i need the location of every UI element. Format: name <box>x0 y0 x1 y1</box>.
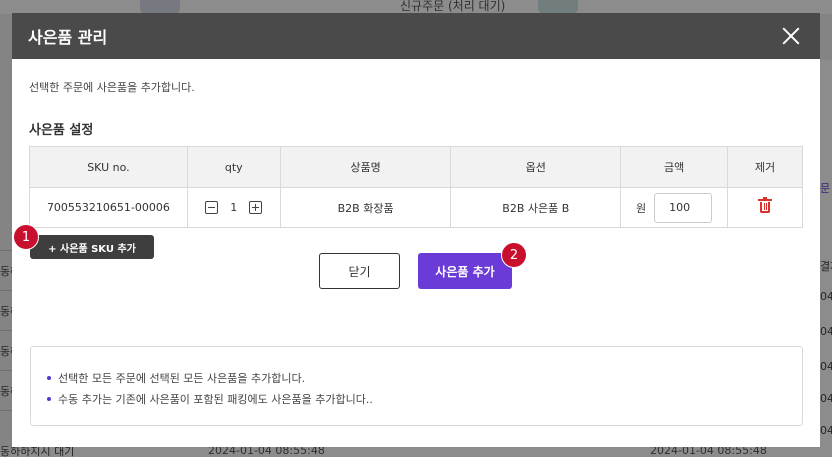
remove-cell <box>727 187 803 228</box>
notice-item: 수동 추가는 기존에 사은품이 포함된 패킹에도 사은품을 추가합니다.. <box>47 388 786 409</box>
trash-icon[interactable] <box>758 197 773 213</box>
option-cell: B2B 사은품 B <box>450 187 622 228</box>
add-gift-sku-button[interactable]: + 사은품 SKU 추가 <box>30 235 154 259</box>
product-name-cell: B2B 화장품 <box>279 187 452 228</box>
annotation-marker: 2 <box>501 242 527 268</box>
add-gift-button[interactable]: 사은품 추가 <box>418 253 512 289</box>
column-header-sku: SKU no. <box>29 146 188 188</box>
bullet-icon <box>47 375 51 380</box>
column-header-price: 금액 <box>620 146 729 188</box>
quantity-stepper: 1 <box>188 201 280 214</box>
gift-management-modal: 사은품 관리 선택한 주문에 사은품을 추가합니다. 사은품 설정 SKU no… <box>12 13 820 447</box>
minus-icon[interactable] <box>205 201 219 214</box>
price-cell: 원 <box>620 187 729 228</box>
column-header-product-name: 상품명 <box>279 146 452 188</box>
price-wrap: 원 <box>621 192 727 223</box>
column-header-qty: qty <box>186 146 281 188</box>
qty-value: 1 <box>230 201 238 214</box>
notice-text: 수동 추가는 기존에 사은품이 포함된 패킹에도 사은품을 추가합니다.. <box>58 392 373 406</box>
price-input[interactable] <box>654 192 713 223</box>
close-button[interactable]: 닫기 <box>319 253 400 289</box>
modal-description: 선택한 주문에 사은품을 추가합니다. <box>29 81 195 94</box>
plus-icon[interactable] <box>249 201 263 214</box>
table-row: 700553210651-00006 1 B2B 화장품 B2B 사은품 B 원 <box>29 187 803 228</box>
section-title: 사은품 설정 <box>29 123 94 138</box>
notice-box: 선택한 모든 주문에 선택된 모든 사은품을 추가합니다. 수동 추가는 기존에… <box>30 346 803 426</box>
notice-text: 선택한 모든 주문에 선택된 모든 사은품을 추가합니다. <box>58 371 306 385</box>
column-header-option: 옵션 <box>450 146 622 188</box>
gift-sku-table: SKU no. qty 상품명 옵션 금액 제거 700553210651-00… <box>29 146 803 228</box>
close-icon[interactable] <box>780 25 802 47</box>
column-header-remove: 제거 <box>727 146 803 188</box>
table-header-row: SKU no. qty 상품명 옵션 금액 제거 <box>29 146 803 188</box>
notice-item: 선택한 모든 주문에 선택된 모든 사은품을 추가합니다. <box>47 367 786 388</box>
modal-title: 사은품 관리 <box>28 28 108 47</box>
sku-cell: 700553210651-00006 <box>29 187 188 228</box>
modal-header: 사은품 관리 <box>12 13 820 59</box>
annotation-marker: 1 <box>13 224 39 250</box>
qty-cell: 1 <box>186 187 281 228</box>
currency-label: 원 <box>636 201 647 215</box>
bullet-icon <box>47 396 51 401</box>
